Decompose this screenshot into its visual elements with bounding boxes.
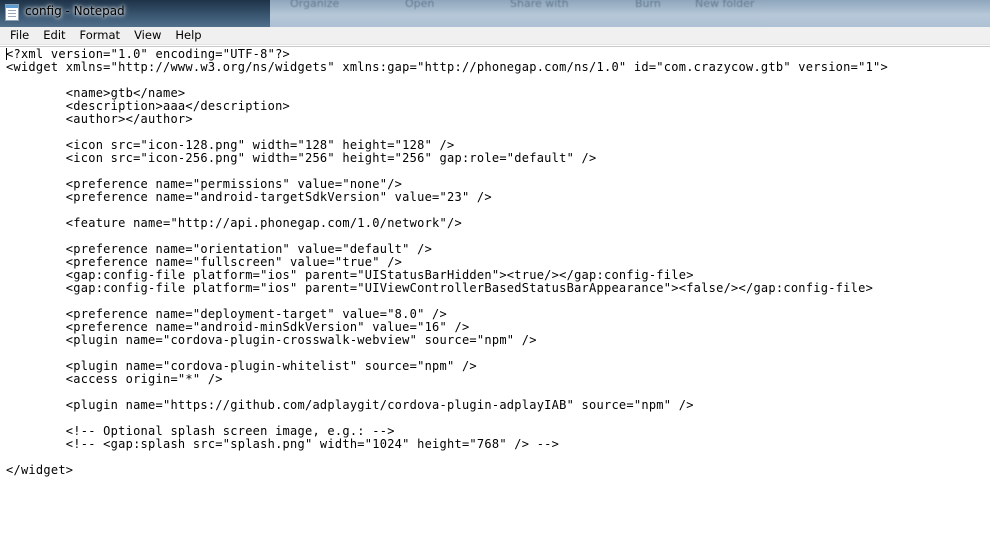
menu-format[interactable]: Format (73, 27, 128, 44)
notepad-icon[interactable] (5, 4, 19, 21)
document-text[interactable]: <?xml version="1.0" encoding="UTF-8"?> <… (0, 47, 990, 477)
background-toolbar-text: Open (405, 0, 435, 10)
title-bar[interactable]: Organize Open Share with Burn New folder… (0, 0, 990, 27)
background-toolbar-text: Share with (510, 0, 569, 10)
text-editor-area[interactable]: <?xml version="1.0" encoding="UTF-8"?> <… (0, 46, 990, 550)
window-title: config - Notepad (25, 4, 125, 18)
menu-bar: File Edit Format View Help (0, 27, 990, 45)
background-toolbar-text: New folder (695, 0, 755, 10)
background-toolbar-text: Organize (290, 0, 340, 10)
background-toolbar-text: Burn (635, 0, 661, 10)
menu-file[interactable]: File (0, 27, 36, 44)
menu-edit[interactable]: Edit (36, 27, 72, 44)
menu-help[interactable]: Help (168, 27, 208, 44)
text-caret (6, 48, 7, 60)
menu-view[interactable]: View (127, 27, 168, 44)
title-bar-glass-right: Organize Open Share with Burn New folder (270, 0, 990, 27)
notepad-window: Organize Open Share with Burn New folder… (0, 0, 990, 550)
